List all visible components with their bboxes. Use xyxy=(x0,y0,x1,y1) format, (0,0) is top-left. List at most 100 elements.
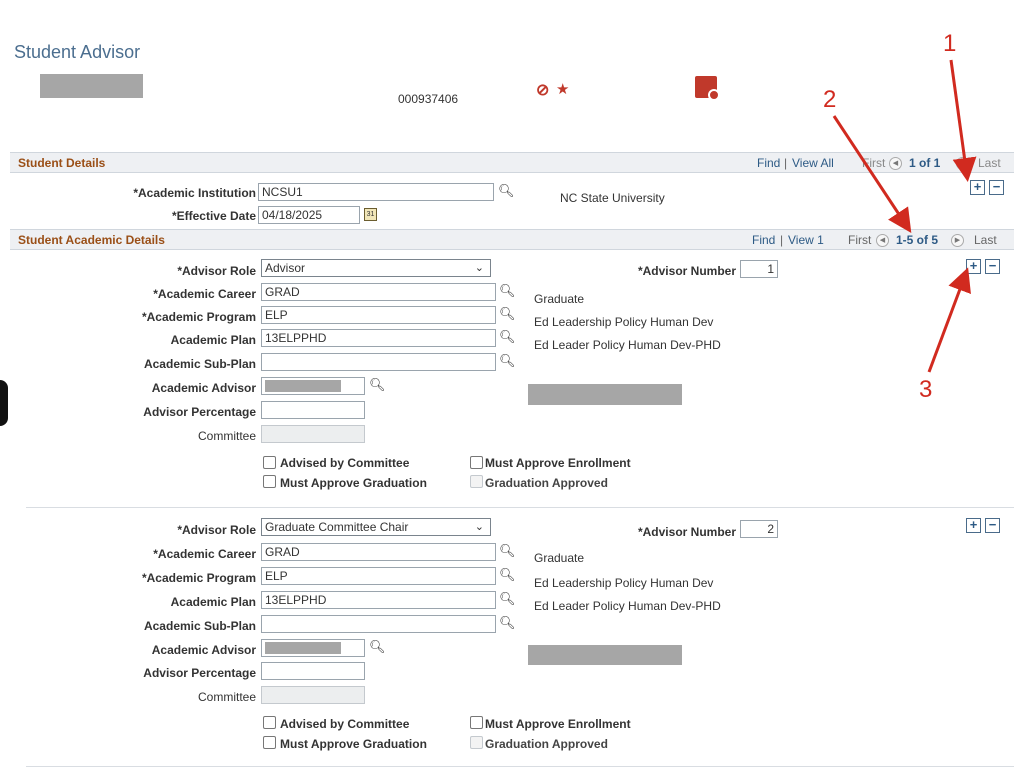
find-link[interactable]: Find xyxy=(757,156,780,170)
advisor-percentage-input[interactable] xyxy=(261,401,365,419)
program-description: Ed Leadership Policy Human Dev xyxy=(534,576,714,590)
academic-plan-input[interactable]: 13ELPPHD xyxy=(261,591,496,609)
subplan-lookup-icon[interactable]: 🔍︎ xyxy=(499,615,516,631)
section-title-student-details: Student Details xyxy=(18,156,106,170)
plan-lookup-icon[interactable]: 🔍︎ xyxy=(499,591,516,607)
must-approve-graduation-checkbox[interactable] xyxy=(263,736,276,749)
advisor-lookup-icon[interactable]: 🔍︎ xyxy=(369,639,386,655)
must-approve-enrollment-checkbox[interactable] xyxy=(470,716,483,729)
row-divider xyxy=(26,766,1014,767)
academic-advisor-label: Academic Advisor xyxy=(151,381,256,395)
nav-separator: | xyxy=(780,233,784,247)
academic-career-label: *Academic Career xyxy=(153,287,256,301)
pdf-report-icon[interactable] xyxy=(695,76,720,101)
must-approve-graduation-label: Must Approve Graduation xyxy=(280,476,427,490)
advisor-role-select[interactable]: Graduate Committee Chair ⌄ xyxy=(261,518,491,536)
academic-program-label: *Academic Program xyxy=(141,571,256,585)
subplan-lookup-icon[interactable]: 🔍︎ xyxy=(499,353,516,369)
academic-subplan-label: Academic Sub-Plan xyxy=(143,357,256,371)
committee-input xyxy=(261,686,365,704)
advisor-role-label: *Advisor Role xyxy=(177,264,256,278)
view-all-link[interactable]: View All xyxy=(792,156,834,170)
graduation-approved-checkbox xyxy=(470,475,483,488)
annotation-arrow-3 xyxy=(927,267,971,373)
academic-subplan-input[interactable] xyxy=(261,353,496,371)
add-row-button[interactable]: + xyxy=(966,259,981,274)
no-entry-icon[interactable]: ⊘ xyxy=(536,80,549,100)
add-row-button[interactable]: + xyxy=(966,518,981,533)
academic-plan-input[interactable]: 13ELPPHD xyxy=(261,329,496,347)
student-details-bar: Student Details Find | View All First ◀ … xyxy=(10,152,1014,173)
last-label[interactable]: Last xyxy=(974,233,997,247)
calendar-icon[interactable]: 31 xyxy=(364,208,377,221)
effective-date-input[interactable]: 04/18/2025 xyxy=(258,206,360,224)
advisor-id-redacted xyxy=(265,380,341,392)
previous-arrow-icon[interactable]: ◀ xyxy=(889,157,902,170)
effective-date-label: *Effective Date xyxy=(171,209,256,223)
last-label[interactable]: Last xyxy=(978,156,1001,170)
program-description: Ed Leadership Policy Human Dev xyxy=(534,315,714,329)
annotation-number-2: 2 xyxy=(823,86,837,113)
academic-program-label: *Academic Program xyxy=(141,310,256,324)
view-1-link[interactable]: View 1 xyxy=(788,233,824,247)
graduation-approved-label: Graduation Approved xyxy=(485,476,608,490)
advisor-number-label: *Advisor Number xyxy=(637,525,736,539)
academic-career-input[interactable]: GRAD xyxy=(261,543,496,561)
delete-row-button[interactable]: − xyxy=(985,518,1000,533)
first-label[interactable]: First xyxy=(862,156,885,170)
must-approve-enrollment-checkbox[interactable] xyxy=(470,456,483,469)
annotation-number-3: 3 xyxy=(919,376,933,403)
star-icon[interactable]: ★ xyxy=(556,80,569,98)
academic-program-input[interactable]: ELP xyxy=(261,567,496,585)
career-lookup-icon[interactable]: 🔍︎ xyxy=(499,543,516,559)
advised-by-committee-checkbox[interactable] xyxy=(263,456,276,469)
program-lookup-icon[interactable]: 🔍︎ xyxy=(499,306,516,322)
advisor-role-label: *Advisor Role xyxy=(177,523,256,537)
previous-arrow-icon[interactable]: ◀ xyxy=(876,234,889,247)
academic-institution-input[interactable]: NCSU1 xyxy=(258,183,494,201)
delete-row-button[interactable]: − xyxy=(985,259,1000,274)
student-name-redacted xyxy=(40,74,143,98)
advised-by-committee-label: Advised by Committee xyxy=(280,456,410,470)
row-count: 1 of 1 xyxy=(909,156,941,170)
academic-advisor-input[interactable] xyxy=(261,377,365,395)
add-row-button[interactable]: + xyxy=(970,180,985,195)
committee-input xyxy=(261,425,365,443)
academic-subplan-input[interactable] xyxy=(261,615,496,633)
academic-advisor-input[interactable] xyxy=(261,639,365,657)
program-lookup-icon[interactable]: 🔍︎ xyxy=(499,567,516,583)
advisor-id-redacted xyxy=(265,642,341,654)
delete-row-button[interactable]: − xyxy=(989,180,1004,195)
must-approve-enrollment-label: Must Approve Enrollment xyxy=(485,717,631,731)
advisor-number-input[interactable]: 2 xyxy=(740,520,778,538)
find-link[interactable]: Find xyxy=(752,233,775,247)
advisor-name-redacted xyxy=(528,645,682,665)
plan-lookup-icon[interactable]: 🔍︎ xyxy=(499,329,516,345)
first-label[interactable]: First xyxy=(848,233,871,247)
nav-separator: | xyxy=(784,156,788,170)
advised-by-committee-checkbox[interactable] xyxy=(263,716,276,729)
academic-program-input[interactable]: ELP xyxy=(261,306,496,324)
next-arrow-icon[interactable]: ▶ xyxy=(951,234,964,247)
academic-advisor-label: Academic Advisor xyxy=(151,643,256,657)
academic-career-input[interactable]: GRAD xyxy=(261,283,496,301)
student-id: 000937406 xyxy=(398,92,459,106)
institution-description: NC State University xyxy=(560,191,665,205)
committee-label: Committee xyxy=(197,690,256,704)
plan-description: Ed Leader Policy Human Dev-PHD xyxy=(534,599,721,613)
must-approve-graduation-label: Must Approve Graduation xyxy=(280,737,427,751)
academic-career-label: *Academic Career xyxy=(153,547,256,561)
institution-lookup-icon[interactable]: 🔍︎ xyxy=(498,183,515,199)
next-arrow-icon[interactable]: ▶ xyxy=(956,157,969,170)
advisor-number-input[interactable]: 1 xyxy=(740,260,778,278)
must-approve-enrollment-label: Must Approve Enrollment xyxy=(485,456,631,470)
committee-label: Committee xyxy=(197,429,256,443)
chevron-down-icon: ⌄ xyxy=(474,262,484,274)
career-description: Graduate xyxy=(534,551,585,565)
advisor-role-value: Graduate Committee Chair xyxy=(265,520,409,534)
advisor-role-select[interactable]: Advisor ⌄ xyxy=(261,259,491,277)
advisor-lookup-icon[interactable]: 🔍︎ xyxy=(369,377,386,393)
career-lookup-icon[interactable]: 🔍︎ xyxy=(499,283,516,299)
must-approve-graduation-checkbox[interactable] xyxy=(263,475,276,488)
advisor-percentage-input[interactable] xyxy=(261,662,365,680)
